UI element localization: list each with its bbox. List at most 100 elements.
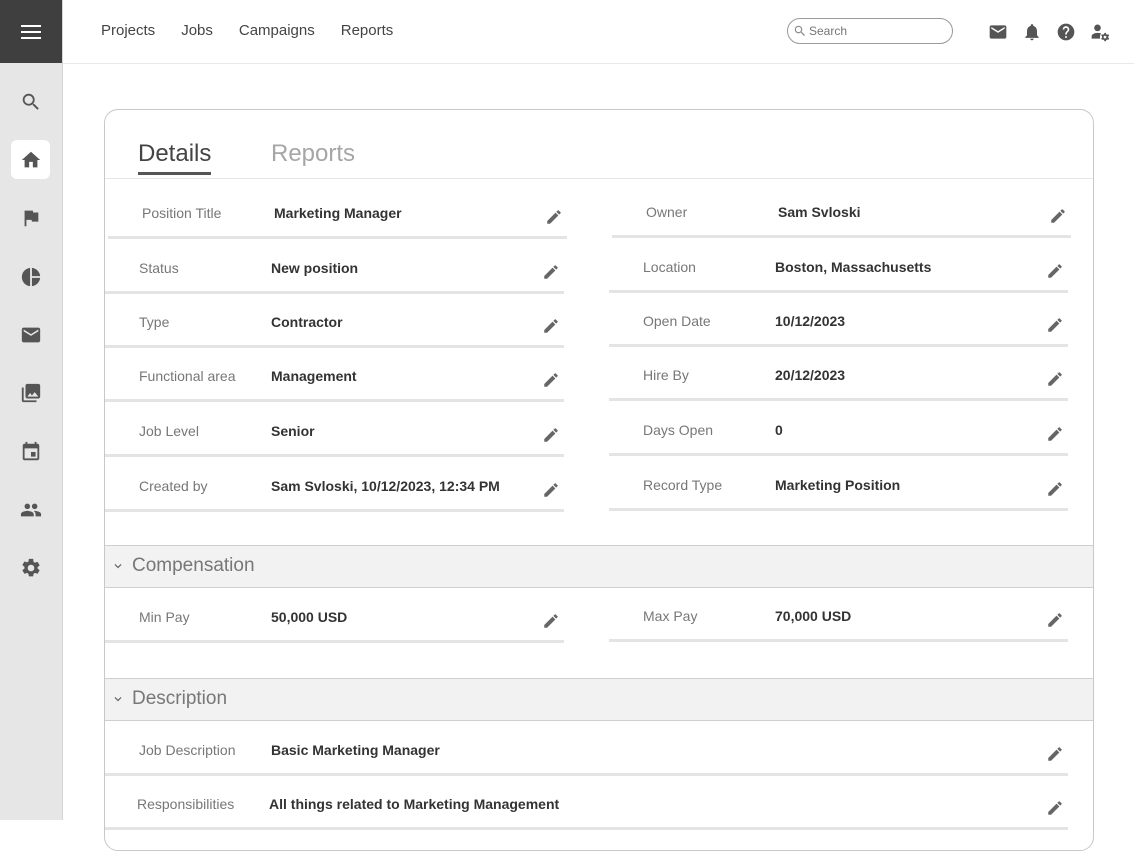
field-value: 70,000 USD: [775, 608, 852, 624]
field-value: Contractor: [271, 314, 343, 330]
section-description-header[interactable]: Description: [105, 678, 1093, 721]
field-job-level: Job Level Senior: [105, 401, 564, 457]
field-value: 10/12/2023: [775, 313, 846, 329]
account-settings-button[interactable]: [1089, 21, 1111, 43]
nav-jobs[interactable]: Jobs: [181, 22, 213, 39]
edit-hire-by-button[interactable]: [1045, 369, 1065, 389]
field-value: Sam Svloski, 10/12/2023, 12:34 PM: [271, 478, 500, 494]
sidebar: [0, 0, 63, 820]
field-value: New position: [271, 260, 359, 276]
sidebar-item-analytics[interactable]: [11, 257, 50, 296]
edit-min-pay-button[interactable]: [541, 611, 561, 631]
pencil-icon: [544, 373, 558, 387]
search-box[interactable]: [787, 18, 953, 44]
messages-button[interactable]: [987, 21, 1009, 43]
edit-owner-button[interactable]: [1048, 206, 1068, 226]
nav-campaigns[interactable]: Campaigns: [239, 22, 315, 39]
sidebar-item-people[interactable]: [11, 490, 50, 529]
field-label: Location: [643, 259, 696, 275]
gear-icon: [21, 558, 40, 576]
mail-icon: [21, 327, 40, 342]
sidebar-item-mail[interactable]: [11, 315, 50, 354]
edit-job-level-button[interactable]: [541, 425, 561, 445]
field-label: Job Level: [139, 423, 199, 439]
top-bar: Projects Jobs Campaigns Reports: [63, 0, 1134, 64]
pencil-icon: [1048, 372, 1062, 386]
field-max-pay: Max Pay 70,000 USD: [609, 586, 1068, 642]
field-value: Marketing Manager: [274, 205, 402, 221]
field-label: Owner: [646, 204, 688, 220]
field-record-type: Record Type Marketing Position: [609, 455, 1068, 511]
edit-position-title-button[interactable]: [544, 207, 564, 227]
field-label: Position Title: [142, 205, 222, 221]
sidebar-item-settings[interactable]: [11, 548, 50, 587]
edit-record-type-button[interactable]: [1045, 479, 1065, 499]
field-label: Open Date: [643, 313, 711, 329]
flag-icon: [24, 210, 38, 226]
edit-open-date-button[interactable]: [1045, 315, 1065, 335]
edit-location-button[interactable]: [1045, 261, 1065, 281]
pencil-icon: [1048, 427, 1062, 441]
edit-functional-area-button[interactable]: [541, 370, 561, 390]
hamburger-icon: [21, 24, 41, 39]
pencil-icon: [1048, 482, 1062, 496]
field-label: Hire By: [643, 367, 689, 383]
field-value: Marketing Position: [775, 477, 901, 493]
sidebar-item-flag[interactable]: [11, 198, 50, 237]
sidebar-item-search[interactable]: [11, 82, 50, 121]
search-input[interactable]: [807, 24, 939, 38]
edit-days-open-button[interactable]: [1045, 424, 1065, 444]
field-value: All things related to Marketing Manageme…: [269, 796, 560, 812]
field-value: Management: [271, 368, 357, 384]
pencil-icon: [544, 483, 558, 497]
search-icon: [22, 93, 39, 110]
edit-type-button[interactable]: [541, 316, 561, 336]
calendar-icon: [22, 441, 39, 460]
field-label: Responsibilities: [137, 796, 235, 812]
field-label: Status: [139, 260, 179, 276]
edit-status-button[interactable]: [541, 262, 561, 282]
photo-library-icon: [21, 383, 40, 402]
edit-job-description-button[interactable]: [1045, 744, 1065, 764]
tab-reports[interactable]: Reports: [271, 140, 355, 168]
edit-max-pay-button[interactable]: [1045, 610, 1065, 630]
menu-button[interactable]: [0, 0, 62, 63]
pencil-icon: [1051, 209, 1065, 223]
help-button[interactable]: [1055, 21, 1077, 43]
field-min-pay: Min Pay 50,000 USD: [105, 587, 564, 643]
sidebar-item-home[interactable]: [11, 140, 50, 179]
sidebar-item-calendar[interactable]: [11, 432, 50, 471]
chevron-down-icon: [111, 559, 125, 573]
search-icon: [794, 25, 805, 36]
sidebar-item-media[interactable]: [11, 373, 50, 412]
field-label: Type: [139, 314, 170, 330]
field-location: Location Boston, Massachusetts: [609, 237, 1068, 293]
pie-chart-icon: [21, 267, 40, 286]
pencil-icon: [544, 614, 558, 628]
tab-details[interactable]: Details: [138, 140, 212, 175]
field-label: Min Pay: [139, 609, 190, 625]
nav-projects[interactable]: Projects: [101, 22, 155, 39]
pencil-icon: [547, 210, 561, 224]
section-compensation-header[interactable]: Compensation: [105, 545, 1093, 588]
edit-created-by-button[interactable]: [541, 480, 561, 500]
field-value: 20/12/2023: [775, 367, 846, 383]
field-type: Type Contractor: [105, 292, 564, 348]
field-owner: Owner Sam Svloski: [612, 182, 1071, 238]
field-position-title: Position Title Marketing Manager: [108, 183, 567, 239]
bell-icon: [1025, 24, 1039, 41]
chevron-down-icon: [111, 692, 125, 706]
notifications-button[interactable]: [1021, 21, 1043, 43]
pencil-icon: [1048, 801, 1062, 815]
pencil-icon: [544, 319, 558, 333]
nav-reports[interactable]: Reports: [341, 22, 394, 39]
mail-icon: [989, 25, 1007, 39]
help-icon: [1057, 23, 1075, 41]
field-open-date: Open Date 10/12/2023: [609, 291, 1068, 347]
field-status: Status New position: [105, 238, 564, 294]
field-label: Functional area: [139, 368, 236, 384]
field-responsibilities: Responsibilities All things related to M…: [105, 774, 1068, 830]
field-job-description: Job Description Basic Marketing Manager: [105, 720, 1068, 776]
field-value: Boston, Massachusetts: [775, 259, 932, 275]
edit-responsibilities-button[interactable]: [1045, 798, 1065, 818]
